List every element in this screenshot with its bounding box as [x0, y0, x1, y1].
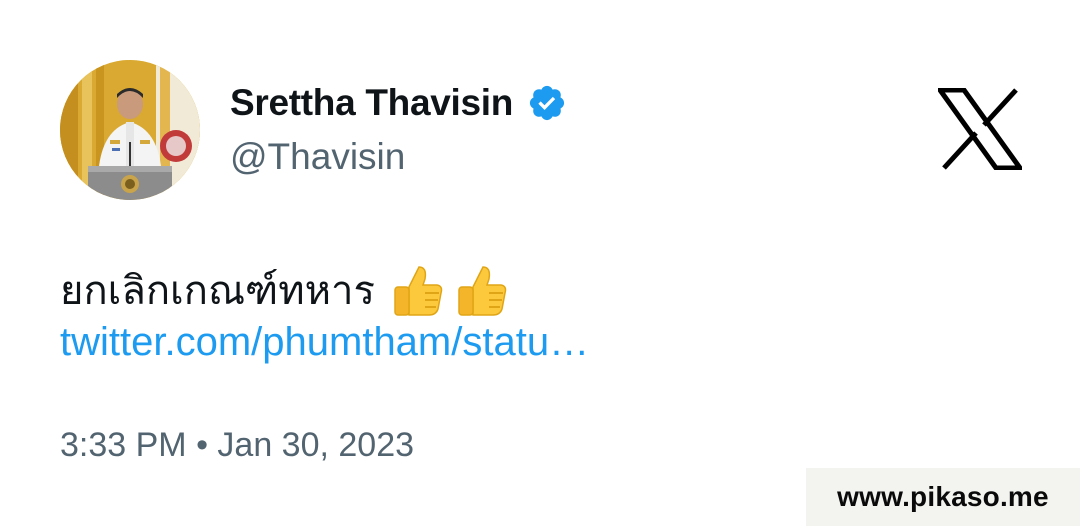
author-handle[interactable]: @Thavisin [230, 136, 405, 178]
tweet-link[interactable]: twitter.com/phumtham/statu… [60, 320, 589, 365]
watermark-text: www.pikaso.me [837, 481, 1049, 512]
tweet-text: ยกเลิกเกณฑ์ทหาร [60, 269, 375, 313]
thumbs-up-icon [394, 266, 443, 316]
verified-badge-icon [527, 83, 567, 123]
author-display-name[interactable]: Srettha Thavisin [230, 82, 513, 124]
watermark: www.pikaso.me [806, 468, 1080, 526]
avatar[interactable] [60, 60, 200, 200]
tweet-card: Srettha Thavisin @Thavisin ยกเลิกเกณฑ์ทห… [0, 0, 1080, 526]
thumbs-up-icon [458, 266, 507, 316]
emoji-group [389, 261, 511, 319]
tweet-timestamp[interactable]: 3:33 PM • Jan 30, 2023 [60, 426, 414, 465]
author-name-row: Srettha Thavisin [230, 78, 567, 128]
x-logo-icon[interactable] [935, 87, 1025, 171]
tweet-body: ยกเลิกเกณฑ์ทหาร [60, 258, 511, 322]
avatar-image [60, 60, 200, 200]
